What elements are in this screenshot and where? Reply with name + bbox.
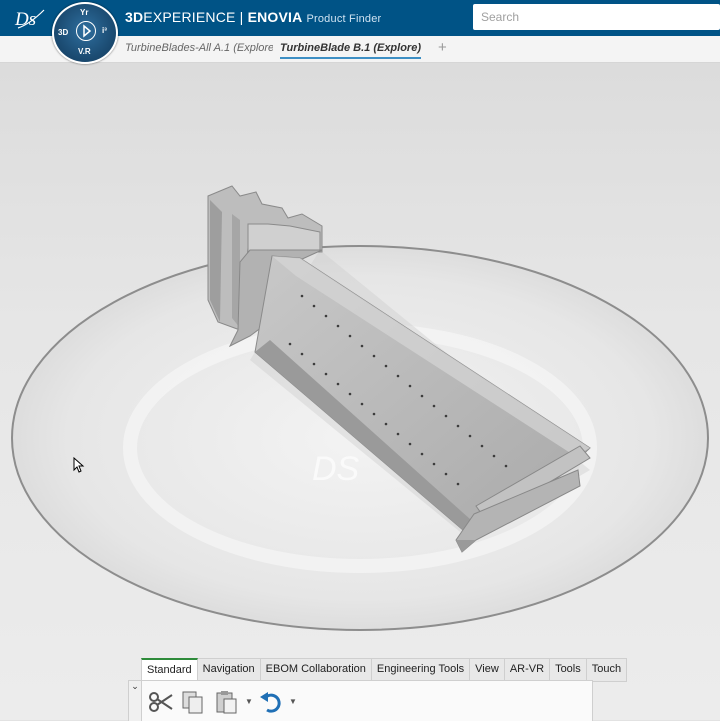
cut-icon[interactable] [148,689,174,715]
tab-tools[interactable]: Tools [550,658,587,682]
tab-engineering-tools[interactable]: Engineering Tools [371,658,471,682]
tab-navigation[interactable]: Navigation [197,658,261,682]
paste-icon[interactable] [214,689,240,715]
tab-turbineblade-b1[interactable]: TurbineBlade B.1 (Explore) [280,42,421,59]
tab-view[interactable]: View [470,658,505,682]
tab-ebom-collaboration[interactable]: EBOM Collaboration [260,658,372,682]
mouse-cursor-icon [73,457,85,473]
tab-turbineblades-all[interactable]: TurbineBlades-All A.1 (Explore) [125,42,273,54]
paste-dropdown-icon[interactable]: ▼ [245,697,253,706]
3d-viewport[interactable]: DS [0,63,720,720]
undo-icon[interactable] [258,689,284,715]
action-bar: ▼ ▼ [141,680,593,721]
turbine-blade-model[interactable]: DS [0,63,720,720]
compass-icon[interactable]: Yr 3D i³ V.R [52,2,118,64]
action-bar-tabs: Standard Navigation EBOM Collaboration E… [141,658,628,682]
tab-touch[interactable]: Touch [586,658,628,682]
play-icon[interactable] [76,21,96,41]
search-input[interactable] [473,4,720,30]
copy-icon[interactable] [180,689,206,715]
add-tab-icon[interactable]: + [438,39,447,56]
tab-ar-vr[interactable]: AR-VR [504,658,551,682]
app-name: Product Finder [306,13,382,25]
undo-dropdown-icon[interactable]: ▼ [289,697,297,706]
ds-watermark: DS [312,450,360,488]
collapse-chevron-icon[interactable]: ⌄ [128,680,142,721]
platform-title: 3DEXPERIENCE | ENOVIA Product Finder [125,9,382,25]
tab-standard[interactable]: Standard [141,658,198,682]
dassault-logo-icon[interactable]: Ds [14,6,46,30]
